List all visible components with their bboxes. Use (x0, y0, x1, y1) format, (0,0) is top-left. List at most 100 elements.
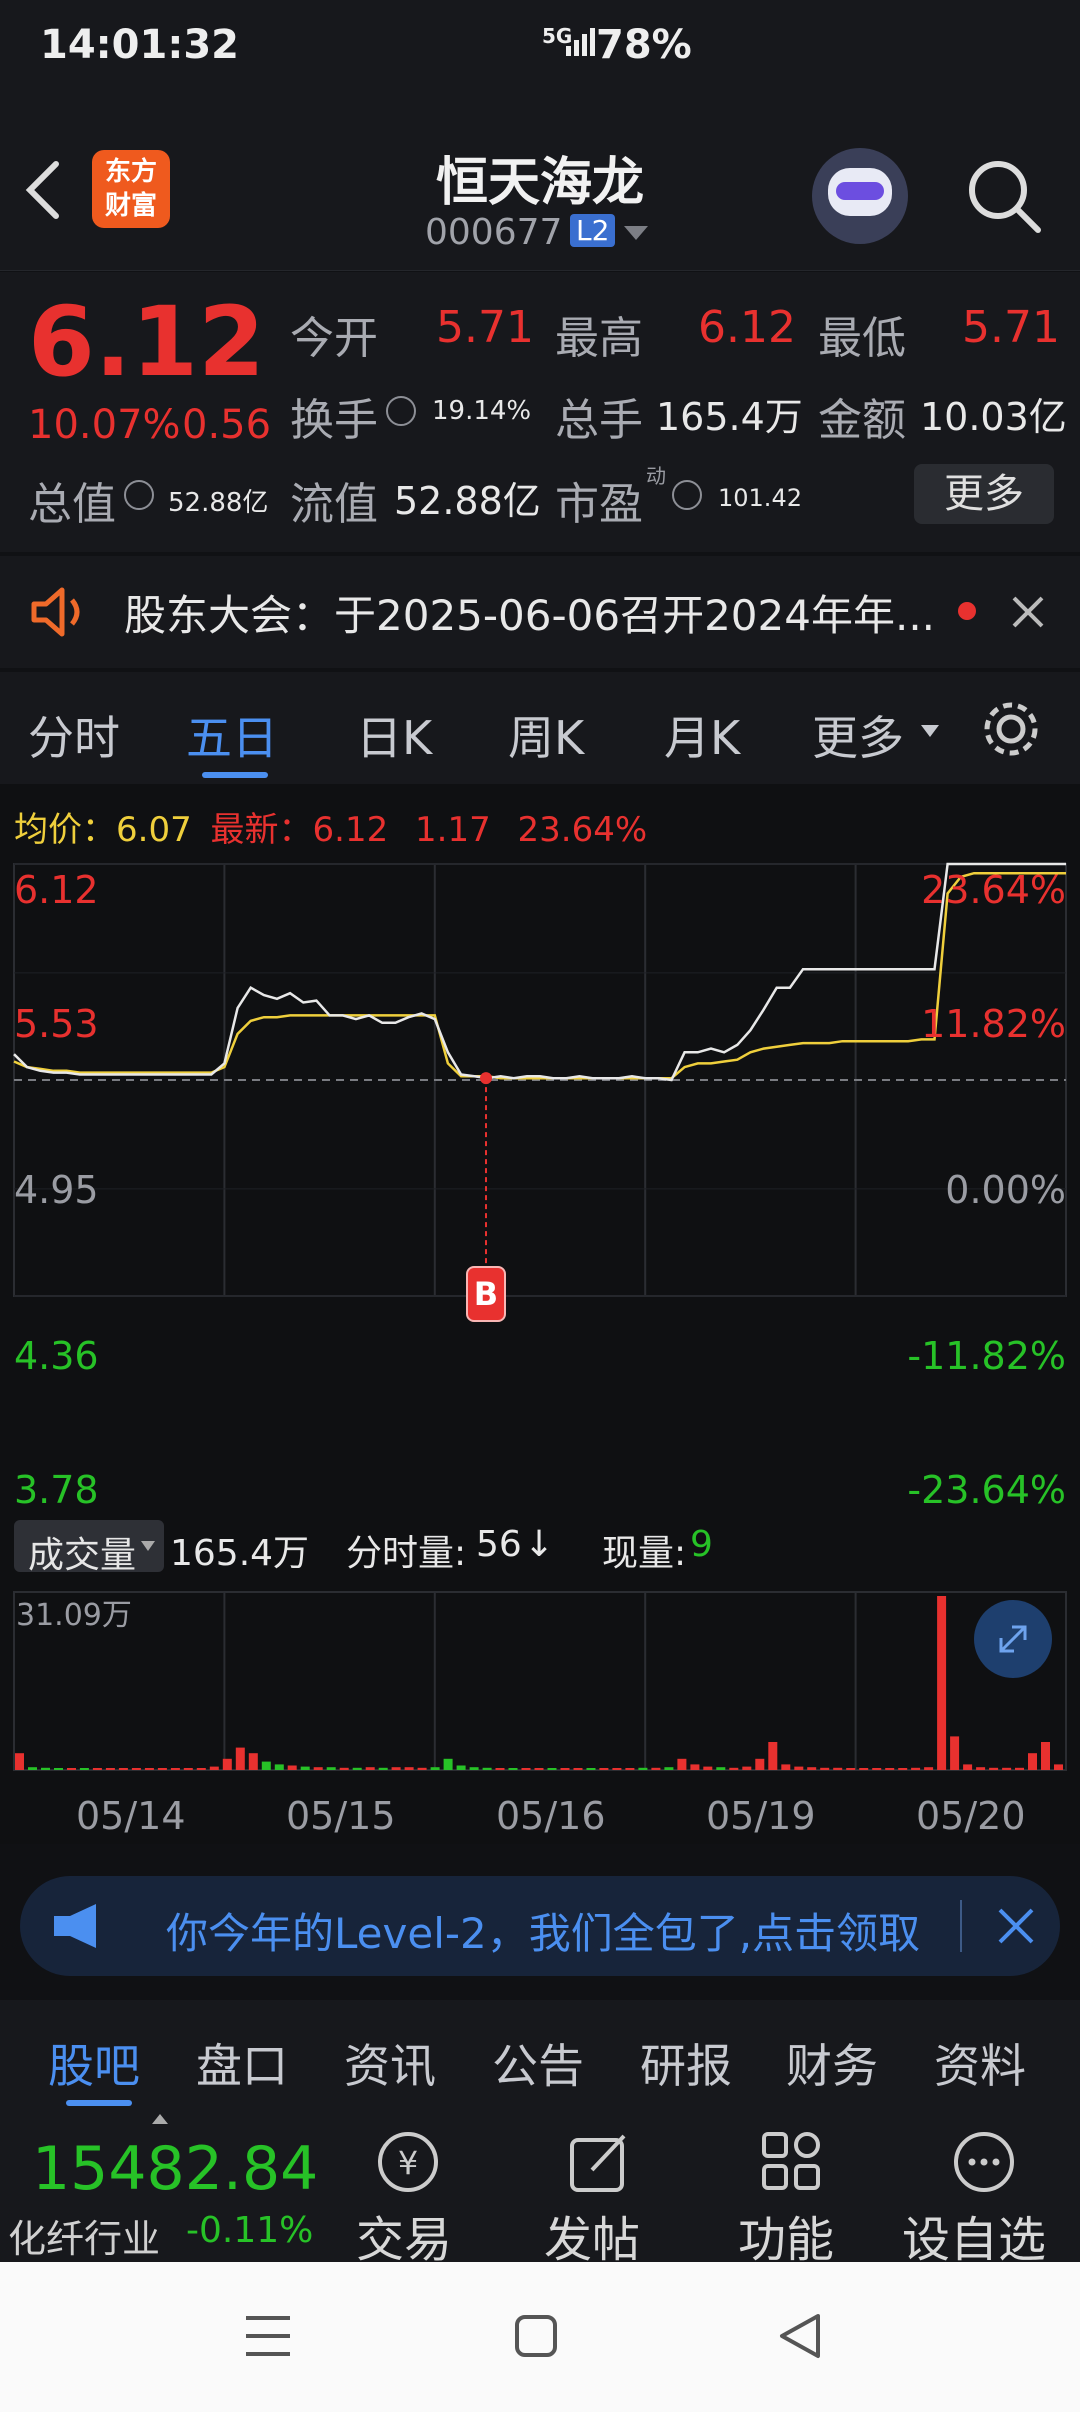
tab-order-book[interactable]: 盘口 (196, 2030, 288, 2096)
settings-gear-icon[interactable] (978, 696, 1044, 762)
grid-apps-icon (762, 2132, 820, 2190)
current-volume-label: 现量: (602, 1533, 687, 1574)
price-chart[interactable] (0, 856, 1080, 1306)
amount-value: 10.03亿 (920, 395, 1067, 439)
volume-bar (391, 1767, 401, 1770)
pe-label: 市盈 (555, 479, 643, 530)
volume-bar (807, 1767, 817, 1770)
marker-dot (480, 1072, 492, 1085)
volume-bar (300, 1766, 310, 1770)
info-dots-icon[interactable] (124, 480, 154, 510)
signal-icon (566, 28, 595, 56)
tab-monthly-k[interactable]: 月K (664, 702, 740, 768)
x-tick: 05/20 (916, 1794, 1026, 1838)
tab-research[interactable]: 研报 (640, 2030, 732, 2096)
notice-bar[interactable]: 股东大会：于2025-06-06召开2024年年... (0, 556, 1080, 668)
avg-label: 均价： (14, 810, 116, 850)
indicator-selector[interactable]: 成交量 (14, 1520, 164, 1576)
buy-marker[interactable]: B (466, 1266, 506, 1322)
volume-bar (495, 1768, 505, 1770)
avg-value: 6.07 (116, 810, 192, 850)
volume-bar (417, 1767, 427, 1770)
latest-value: 6.12 (312, 810, 389, 850)
volume-bar (352, 1767, 362, 1770)
trade-button[interactable]: ¥ 交易 (338, 2112, 478, 2268)
low-value: 5.71 (962, 302, 1060, 353)
volume-bar (235, 1747, 245, 1770)
chart-tabs: 分时 五日 日K 周K 月K 更多 (0, 672, 1080, 784)
high-value: 6.12 (698, 302, 796, 353)
volume-bar (1028, 1753, 1037, 1770)
tab-announcements[interactable]: 公告 (492, 2030, 584, 2096)
volume-bar (469, 1767, 479, 1770)
volume-bar (1015, 1767, 1024, 1770)
tab-daily-k[interactable]: 日K (356, 702, 432, 768)
volume-total: 165.4万 (170, 1533, 310, 1574)
search-icon[interactable] (964, 156, 1044, 236)
home-icon[interactable] (514, 2314, 558, 2358)
volume-bar (313, 1767, 323, 1770)
volume-bar (586, 1768, 596, 1770)
volume-chart[interactable] (0, 1584, 1080, 1774)
y-left-tick: 3.78 (14, 1468, 99, 1512)
volume-bar (248, 1753, 258, 1770)
info-dots-icon[interactable] (672, 480, 702, 510)
industry-index-value: 15482.84 (32, 2134, 319, 2204)
info-dots-icon[interactable] (386, 396, 416, 426)
volume-bar (1054, 1764, 1063, 1770)
back-icon[interactable] (778, 2312, 822, 2360)
tab-forum[interactable]: 股吧 (48, 2030, 140, 2096)
volume-bar (898, 1768, 908, 1770)
info-tabs: 股吧 盘口 资讯 公告 研报 财务 资料 (0, 2000, 1080, 2112)
latest-label: 最新： (210, 810, 313, 850)
tab-profile[interactable]: 资料 (934, 2030, 1026, 2096)
chevron-down-icon[interactable] (920, 724, 940, 738)
tab-finance[interactable]: 财务 (786, 2030, 878, 2096)
x-tick: 05/19 (706, 1794, 816, 1838)
industry-name: 化纤行业 (8, 2217, 161, 2261)
close-icon[interactable] (1010, 594, 1046, 630)
tab-five-day[interactable]: 五日 (186, 702, 278, 768)
notice-text[interactable]: 股东大会：于2025-06-06召开2024年年... (124, 582, 935, 643)
low-label: 最低 (818, 313, 906, 364)
add-watchlist-button[interactable]: 设自选 (894, 2112, 1080, 2268)
volume-bar (924, 1767, 934, 1770)
functions-button[interactable]: 功能 (722, 2112, 862, 2268)
volume-bar (157, 1768, 167, 1770)
volume-bar (339, 1767, 349, 1770)
status-bar: 14:01:32 5G 78% (0, 0, 1080, 120)
stock-code: 000677 (425, 212, 563, 253)
tab-weekly-k[interactable]: 周K (508, 702, 584, 768)
y-right-tick: -11.82% (907, 1334, 1066, 1378)
post-button[interactable]: 发帖 (530, 2112, 670, 2268)
close-icon[interactable] (996, 1906, 1036, 1946)
robot-assistant-icon[interactable] (812, 148, 908, 244)
industry-index[interactable]: 15482.84 化纤行业 -0.11% (0, 2112, 320, 2262)
expand-up-icon[interactable] (152, 2114, 168, 2124)
volume-bar (703, 1766, 713, 1770)
volume-bar (1041, 1742, 1050, 1770)
x-tick: 05/14 (76, 1794, 186, 1838)
high-label: 最高 (555, 313, 643, 364)
volume-bar (950, 1736, 960, 1770)
tab-more[interactable]: 更多 (812, 702, 904, 768)
turnover-label: 换手 (290, 395, 378, 446)
volume-bar (15, 1753, 24, 1770)
chart-area[interactable]: 均价：6.07 最新：6.12 1.17 23.64% 6.12 5.53 4.… (0, 784, 1080, 1844)
tab-intraday[interactable]: 分时 (28, 702, 120, 768)
volume-bar (963, 1764, 973, 1770)
tab-news[interactable]: 资讯 (344, 2030, 436, 2096)
volume-bar (105, 1768, 115, 1770)
recent-apps-icon[interactable] (244, 2314, 292, 2358)
volume-bar (28, 1767, 37, 1770)
tick-volume-value: 56 (476, 1524, 522, 1565)
more-button[interactable]: 更多 (914, 464, 1054, 524)
stock-header: 东方 财富 恒天海龙 000677 L2 (0, 120, 1080, 271)
volume-bar (976, 1767, 986, 1770)
level2-promo-banner[interactable]: 你今年的Level-2，我们全包了,点击领取 (20, 1876, 1060, 1976)
volume-value: 165.4万 (656, 395, 803, 439)
dropdown-triangle-icon[interactable] (622, 224, 650, 242)
volume-bar (612, 1768, 622, 1770)
banner-text[interactable]: 你今年的Level-2，我们全包了,点击领取 (166, 1900, 976, 1961)
expand-icon[interactable] (974, 1600, 1052, 1678)
